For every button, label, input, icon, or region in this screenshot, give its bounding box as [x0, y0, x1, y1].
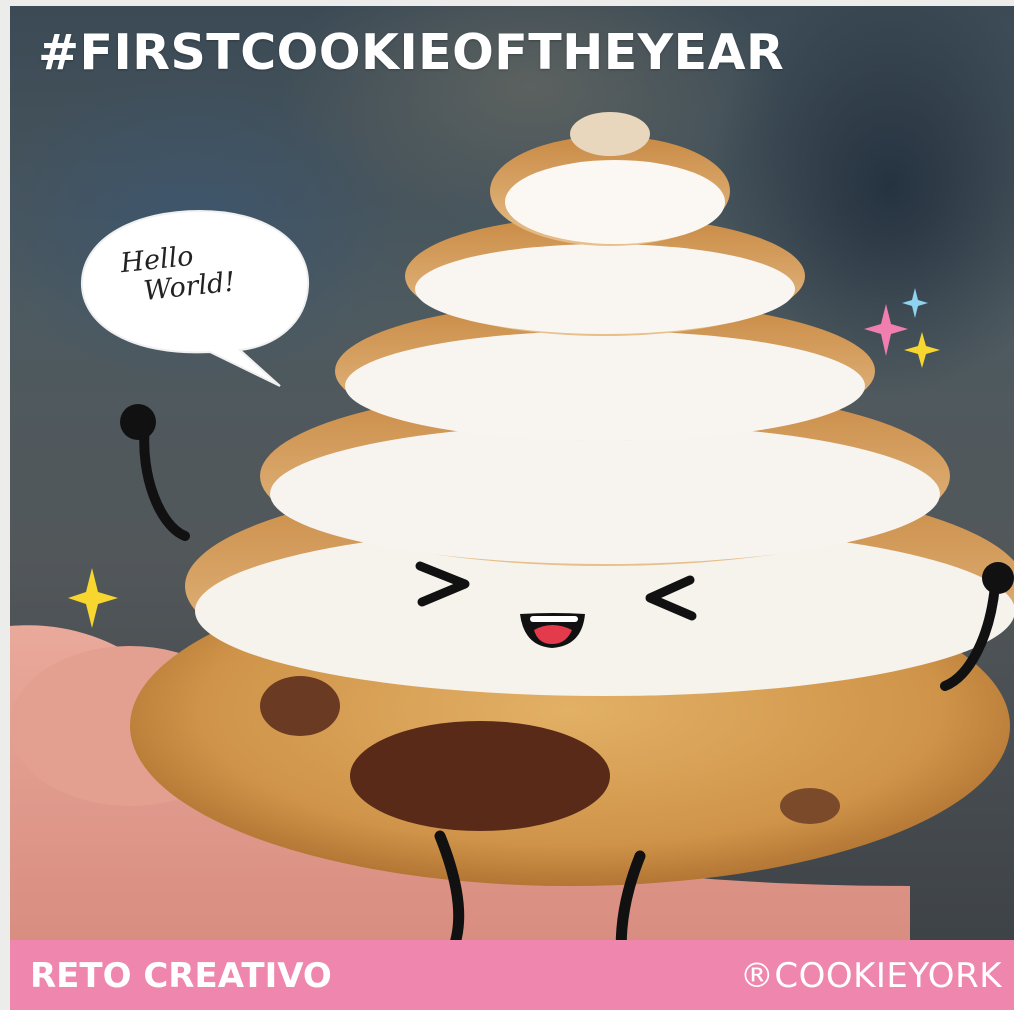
hashtag-title: #FIRSTCOOKIEOFTHEYEAR — [38, 24, 785, 81]
cookie-illustration — [10, 112, 1014, 1000]
meringue-tier-5-white — [505, 160, 725, 244]
chocolate-chip — [780, 788, 840, 824]
sparkle-yellow-left-icon — [68, 568, 118, 628]
meringue-tier-4-white — [415, 244, 795, 334]
meringue-tier-2-white — [270, 424, 940, 564]
chocolate-chip — [260, 676, 340, 736]
speech-bubble-text: Hello World! — [119, 239, 237, 309]
sparkle-blue-icon — [902, 288, 928, 318]
teeth — [530, 616, 578, 622]
left-hand — [120, 404, 156, 440]
banner-right-label: ®COOKIEYORK — [739, 956, 1002, 996]
photo-frame: #FIRSTCOOKIEOFTHEYEAR Hello World! RETO … — [10, 6, 1014, 1010]
sparkle-pink-icon — [864, 304, 908, 356]
chocolate-chunk — [350, 721, 610, 831]
banner-left-label: RETO CREATIVO — [30, 956, 332, 996]
right-hand — [982, 562, 1014, 594]
footer-banner: RETO CREATIVO ®COOKIEYORK — [10, 940, 1014, 1010]
meringue-tier-3-white — [345, 331, 865, 441]
sparkle-yellow-right-icon — [904, 332, 940, 368]
left-arm — [139, 421, 190, 541]
meringue-tip — [570, 112, 650, 156]
